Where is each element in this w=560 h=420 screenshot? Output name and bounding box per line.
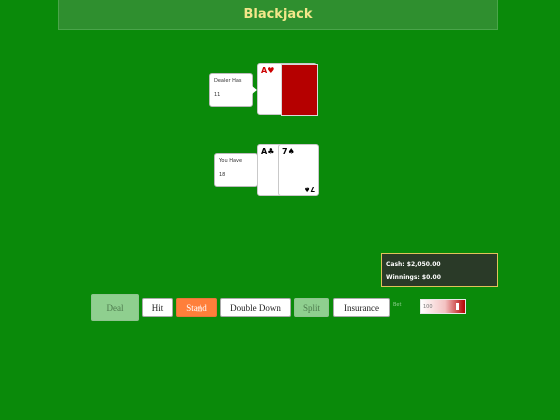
dealer-card-1-label: A♥ bbox=[261, 66, 275, 75]
title-bar: Blackjack bbox=[58, 0, 498, 30]
dealer-label: Dealer Has bbox=[214, 78, 242, 84]
bet-slider[interactable]: 100 bbox=[420, 299, 466, 314]
cash-panel: Cash: $2,050.00 Winnings: $0.00 bbox=[381, 253, 498, 287]
player-card-1-label: A♣ bbox=[261, 147, 275, 156]
bet-slider-knob[interactable] bbox=[456, 303, 459, 310]
player-label: You Have bbox=[219, 158, 243, 164]
player-card-2-label: 7♠ bbox=[282, 147, 295, 156]
player-card-2: 7♠ 7♠ bbox=[278, 144, 319, 196]
cash-amount: Cash: $2,050.00 bbox=[386, 261, 441, 268]
dealer-count-box: Dealer Has 11 bbox=[209, 73, 257, 107]
dealer-hidden-card bbox=[281, 64, 318, 116]
player-count-box: You Have 18 bbox=[214, 153, 262, 187]
bet-value: 100 bbox=[423, 304, 433, 310]
insurance-button[interactable]: Insurance bbox=[333, 298, 390, 317]
split-button[interactable]: Split bbox=[294, 298, 329, 317]
dealer-count: 11 bbox=[214, 92, 221, 98]
winnings-amount: Winnings: $0.00 bbox=[386, 274, 441, 281]
pointer-cursor-icon: ☝ bbox=[196, 304, 203, 315]
player-card-2-corner: 7♠ bbox=[303, 185, 315, 193]
deal-button[interactable]: Deal bbox=[91, 294, 139, 321]
bet-label: Bet bbox=[393, 302, 402, 308]
player-count: 18 bbox=[219, 172, 226, 178]
double-down-button[interactable]: Double Down bbox=[220, 298, 291, 317]
hit-button[interactable]: Hit bbox=[142, 298, 173, 317]
game-title: Blackjack bbox=[243, 7, 313, 22]
